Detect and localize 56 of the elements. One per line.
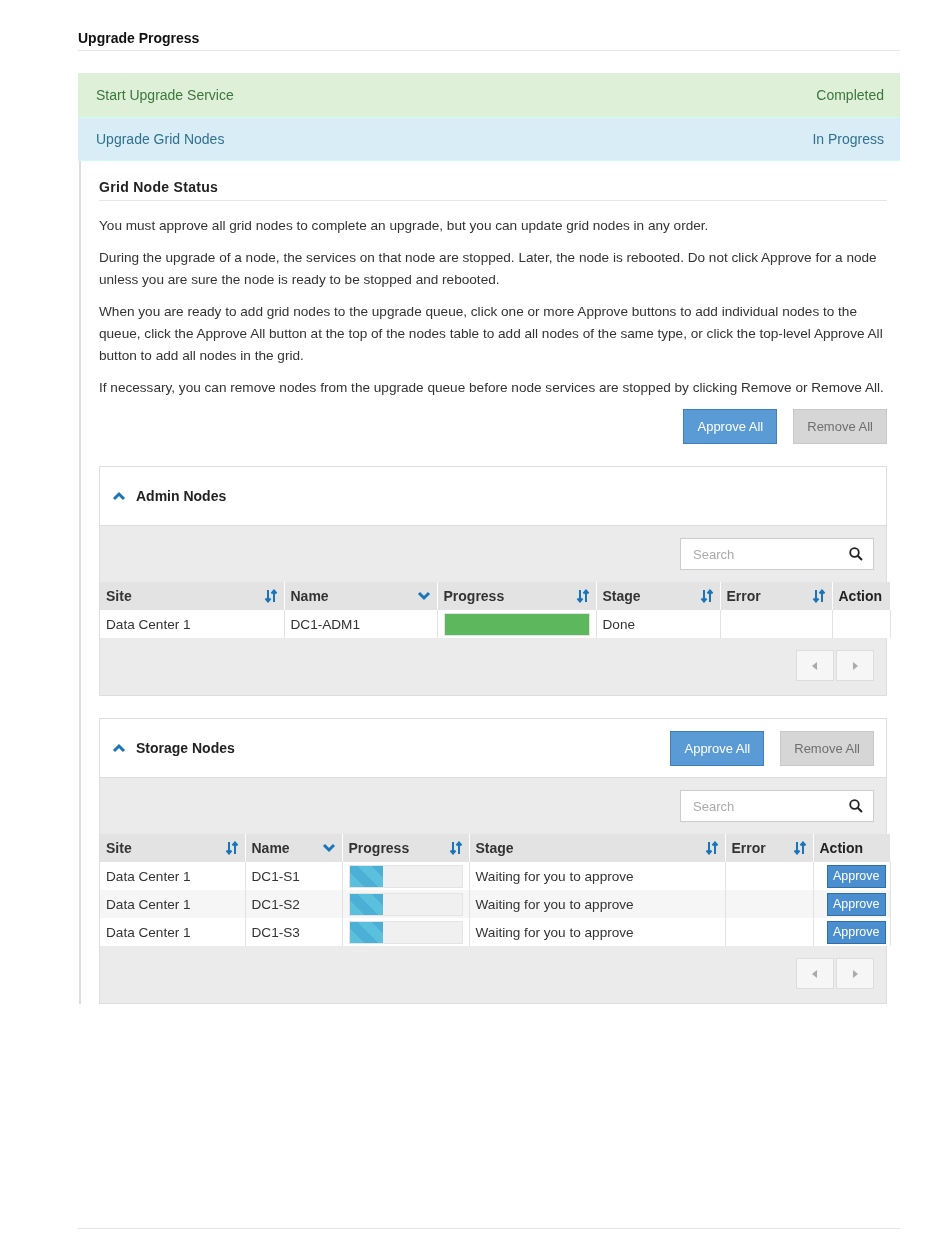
sort-icon[interactable] [704,841,719,855]
page-title: Upgrade Progress [78,30,900,51]
table-cell: DC1-ADM1 [284,610,437,638]
column-header[interactable]: Site [100,834,245,862]
left-triangle-icon [811,968,819,979]
table-cell: Waiting for you to approve [469,862,725,890]
table-cell: DC1-S2 [245,890,342,918]
table-cell: Done [596,610,720,638]
step-label: Start Upgrade Service [96,87,234,103]
sort-icon[interactable] [792,841,807,855]
column-header[interactable]: Name [284,582,437,610]
sort-down-icon[interactable] [416,591,431,601]
right-triangle-icon [851,660,859,671]
panel-title: Admin Nodes [136,488,227,504]
table-cell: Data Center 1 [100,862,245,890]
right-triangle-icon [851,968,859,979]
table-cell: Waiting for you to approve [469,890,725,918]
sort-icon[interactable] [224,841,239,855]
step-status: Completed [816,87,884,103]
sort-icon[interactable] [699,589,714,603]
column-header[interactable]: Name [245,834,342,862]
column-header[interactable]: Site [100,582,284,610]
step-label: Upgrade Grid Nodes [96,131,225,147]
sort-icon[interactable] [811,589,826,603]
table-cell: DC1-S1 [245,862,342,890]
sort-down-icon[interactable] [321,843,336,853]
search-icon[interactable] [849,799,863,813]
paragraph: If necessary, you can remove nodes from the upgrade queue before node services are stopped by clicking Remove or Remove All. [99,379,885,397]
table-cell: Data Center 1 [100,890,245,918]
table-cell: Data Center 1 [100,610,284,638]
sort-icon[interactable] [263,589,278,603]
paragraph: You must approve all grid nodes to complete an upgrade, but you can update grid nodes in any order. [99,217,710,235]
table-cell: DC1-S3 [245,918,342,946]
chevron-icon[interactable] [112,491,126,501]
column-header[interactable]: Error [720,582,832,610]
column-header[interactable]: Stage [596,582,720,610]
table-cell: Data Center 1 [100,918,245,946]
sort-icon[interactable] [575,589,590,603]
paragraph: When you are ready to add grid nodes to the upgrade queue, click one or more Approve buttons to add individual nodes to the queue, click the Approve All button at the top of the nodes table to add all nodes of the same type, or click the top-level Approve All button to add all nodes in the grid. [99,303,884,365]
paragraph: During the upgrade of a node, the services on that node are stopped. Later, the node is rebooted. Do not click Approve for a node unless you are sure the node is ready to be stopped and rebooted. [99,249,878,289]
sort-icon[interactable] [448,841,463,855]
column-header[interactable]: Action [832,582,890,610]
column-header[interactable]: Stage [469,834,725,862]
column-header[interactable]: Error [725,834,813,862]
column-header[interactable]: Progress [342,834,469,862]
panel-title: Storage Nodes [136,740,235,756]
table-cell: Waiting for you to approve [469,918,725,946]
search-field[interactable]: Search [680,538,874,570]
section-title: Grid Node Status [99,179,887,201]
left-triangle-icon [811,660,819,671]
search-field[interactable]: Search [680,790,874,822]
chevron-icon[interactable] [112,743,126,753]
step-status: In Progress [812,131,884,147]
column-header[interactable]: Progress [437,582,596,610]
search-icon[interactable] [849,547,863,561]
column-header[interactable]: Action [813,834,890,862]
